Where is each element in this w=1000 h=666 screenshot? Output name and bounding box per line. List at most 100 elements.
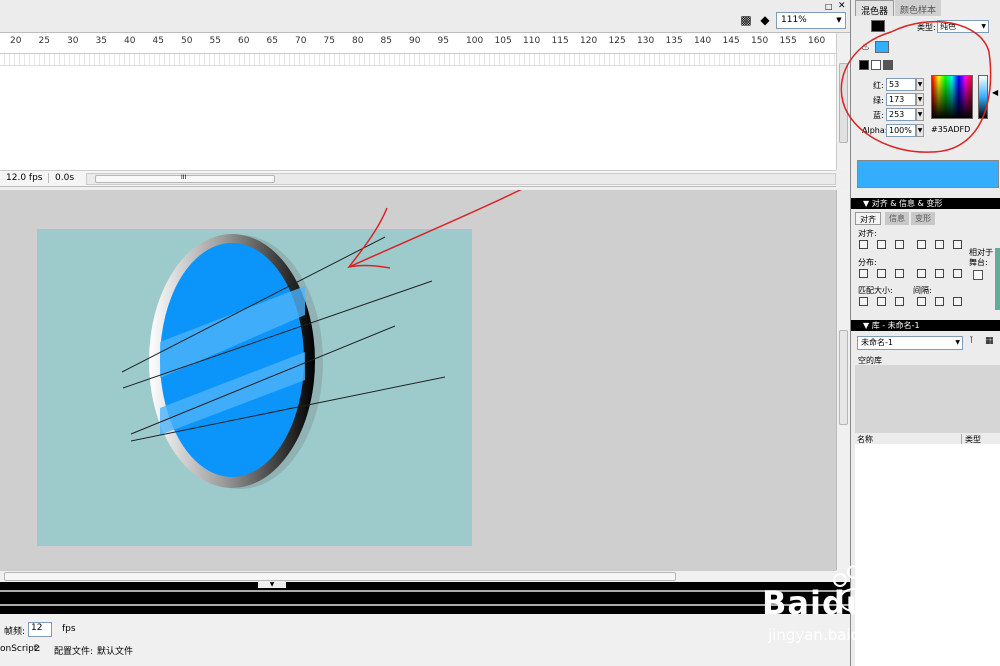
ruler-tick-label: 125	[608, 36, 626, 46]
time-readout: 0.0s	[48, 173, 74, 183]
timeline-body[interactable]	[0, 66, 836, 170]
align-button-icon[interactable]	[895, 269, 904, 278]
align-button-icon[interactable]	[895, 297, 904, 306]
library-preview	[855, 365, 1000, 433]
close-icon[interactable]: ✕	[838, 1, 846, 11]
to-stage-icon[interactable]	[973, 270, 983, 280]
timeline-status-bar: 12.0 fps 0.0s III	[0, 170, 836, 187]
baidu-watermark: Baidu 经验 jingyan.baidu.com	[740, 560, 1000, 660]
library-panel-header[interactable]: ▼ 库 - 未命名-1	[851, 320, 1000, 331]
pin-icon[interactable]: ⊺	[969, 336, 974, 346]
stage-label: 舞台:	[969, 258, 988, 267]
align-button-icon[interactable]	[953, 269, 962, 278]
edit-bar: ▩ ◆ 111% ▼ □ ✕	[0, 0, 850, 33]
collapse-toggle[interactable]: ▼	[258, 581, 286, 588]
chevron-down-icon: ▼	[955, 339, 960, 346]
scrollbar-thumb[interactable]	[839, 330, 848, 425]
ruler-tick-label: 120	[580, 36, 598, 46]
restore-window-icon[interactable]: □	[825, 2, 833, 11]
ruler-tick-label: 40	[124, 36, 136, 46]
edit-scene-icon[interactable]: ▩	[738, 12, 754, 28]
align-button-icon[interactable]	[953, 297, 962, 306]
document-area: ▩ ◆ 111% ▼ □ ✕ 20 25 30 35 40 45 50 55 60 65 70 75 8…	[0, 0, 850, 666]
framerate-unit: fps	[62, 624, 76, 634]
ruler-tick-label: 105	[494, 36, 512, 46]
ruler-tick-label: 130	[637, 36, 655, 46]
stage-vertical-scrollbar[interactable]	[836, 190, 850, 570]
scrollbar-thumb[interactable]: III	[95, 174, 275, 183]
tab-transform[interactable]: 变形	[911, 212, 935, 225]
divider-line	[0, 604, 850, 606]
align-button-icon[interactable]	[895, 240, 904, 249]
stage-area[interactable]	[0, 190, 836, 570]
ruler-tick-label: 100	[466, 36, 484, 46]
fps-readout: 12.0 fps	[6, 173, 43, 183]
timeline-horizontal-scrollbar[interactable]: III	[86, 173, 836, 185]
scrollbar-thumb[interactable]	[4, 572, 676, 581]
align-button-icon[interactable]	[935, 297, 944, 306]
ruler-tick-label: 70	[295, 36, 307, 46]
align-button-icon[interactable]	[917, 269, 926, 278]
ruler-tick-label: 45	[152, 36, 164, 46]
ruler-tick-label: 85	[380, 36, 392, 46]
annotation-circle	[840, 20, 992, 153]
ruler-tick-label: 80	[352, 36, 364, 46]
profile-value[interactable]: 默认文件	[97, 644, 133, 657]
actionscript-value: 2	[34, 644, 40, 654]
framerate-input[interactable]: 12	[28, 622, 52, 637]
ruler-tick-label: 25	[38, 36, 50, 46]
ruler-tick-label: 90	[409, 36, 421, 46]
ruler-tick-label: 75	[323, 36, 335, 46]
divider-line	[0, 590, 850, 592]
ruler-tick-label: 95	[437, 36, 449, 46]
align-button-icon[interactable]	[935, 269, 944, 278]
ruler-tick-label: 115	[551, 36, 569, 46]
new-library-icon[interactable]: ▦	[985, 336, 994, 346]
align-button-icon[interactable]	[877, 240, 886, 249]
panel-divider: ▼	[0, 581, 850, 614]
stage-horizontal-scrollbar[interactable]	[0, 570, 836, 582]
color-preview-swatch	[857, 160, 999, 188]
library-select-value: 未命名-1	[861, 338, 893, 347]
library-document-select[interactable]: 未命名-1 ▼	[857, 336, 963, 350]
tab-info[interactable]: 信息	[885, 212, 909, 225]
ruler-tick-label: 55	[209, 36, 221, 46]
ruler-tick-label: 60	[238, 36, 250, 46]
properties-panel: 帧频: 12 fps onScript: 2 配置文件: 默认文件	[0, 614, 850, 666]
ruler-tick-label: 110	[523, 36, 541, 46]
timeline-frames[interactable]	[0, 54, 836, 66]
ruler-tick-label: 135	[665, 36, 683, 46]
tab-align[interactable]: 对齐	[855, 212, 881, 225]
align-button-icon[interactable]	[953, 240, 962, 249]
align-panel-title: 对齐 & 信息 & 变形	[871, 199, 943, 208]
ruler-tick-label: 20	[10, 36, 22, 46]
align-button-icon[interactable]	[917, 240, 926, 249]
align-button-icon[interactable]	[859, 240, 868, 249]
edit-symbols-icon[interactable]: ◆	[757, 12, 773, 28]
ruler-tick-label: 145	[722, 36, 740, 46]
align-panel-header[interactable]: ▼ 对齐 & 信息 & 变形	[851, 198, 1000, 209]
profile-label: 配置文件:	[54, 647, 94, 657]
align-button-icon[interactable]	[935, 240, 944, 249]
stage-canvas[interactable]	[0, 190, 836, 570]
align-button-icon[interactable]	[877, 269, 886, 278]
ruler-tick-label: 30	[67, 36, 79, 46]
ruler-tick-label: 140	[694, 36, 712, 46]
library-panel-title: 库 - 未命名-1	[871, 321, 920, 330]
framerate-label: 帧频:	[4, 627, 26, 637]
baidu-url: jingyan.baidu.com	[768, 626, 907, 644]
align-button-icon[interactable]	[917, 297, 926, 306]
ruler-tick-label: 35	[95, 36, 107, 46]
ruler-tick-label: 155	[779, 36, 797, 46]
ruler-tick-label: 150	[751, 36, 769, 46]
align-button-icon[interactable]	[859, 297, 868, 306]
zoom-value: 111%	[781, 15, 807, 25]
ruler-tick-label: 50	[181, 36, 193, 46]
align-button-icon[interactable]	[859, 269, 868, 278]
baidu-brand-cn: 经验	[875, 592, 928, 622]
align-panel-scroll[interactable]	[995, 248, 1000, 310]
timeline-ruler: 20 25 30 35 40 45 50 55 60 65 70 75 80 85 90 95 100 105 11…	[0, 33, 836, 54]
scroll-grip: III	[181, 174, 187, 181]
flash-ide-window: ▩ ◆ 111% ▼ □ ✕ 20 25 30 35 40 45 50 55 60 65 70 75 8…	[0, 0, 1000, 666]
align-button-icon[interactable]	[877, 297, 886, 306]
